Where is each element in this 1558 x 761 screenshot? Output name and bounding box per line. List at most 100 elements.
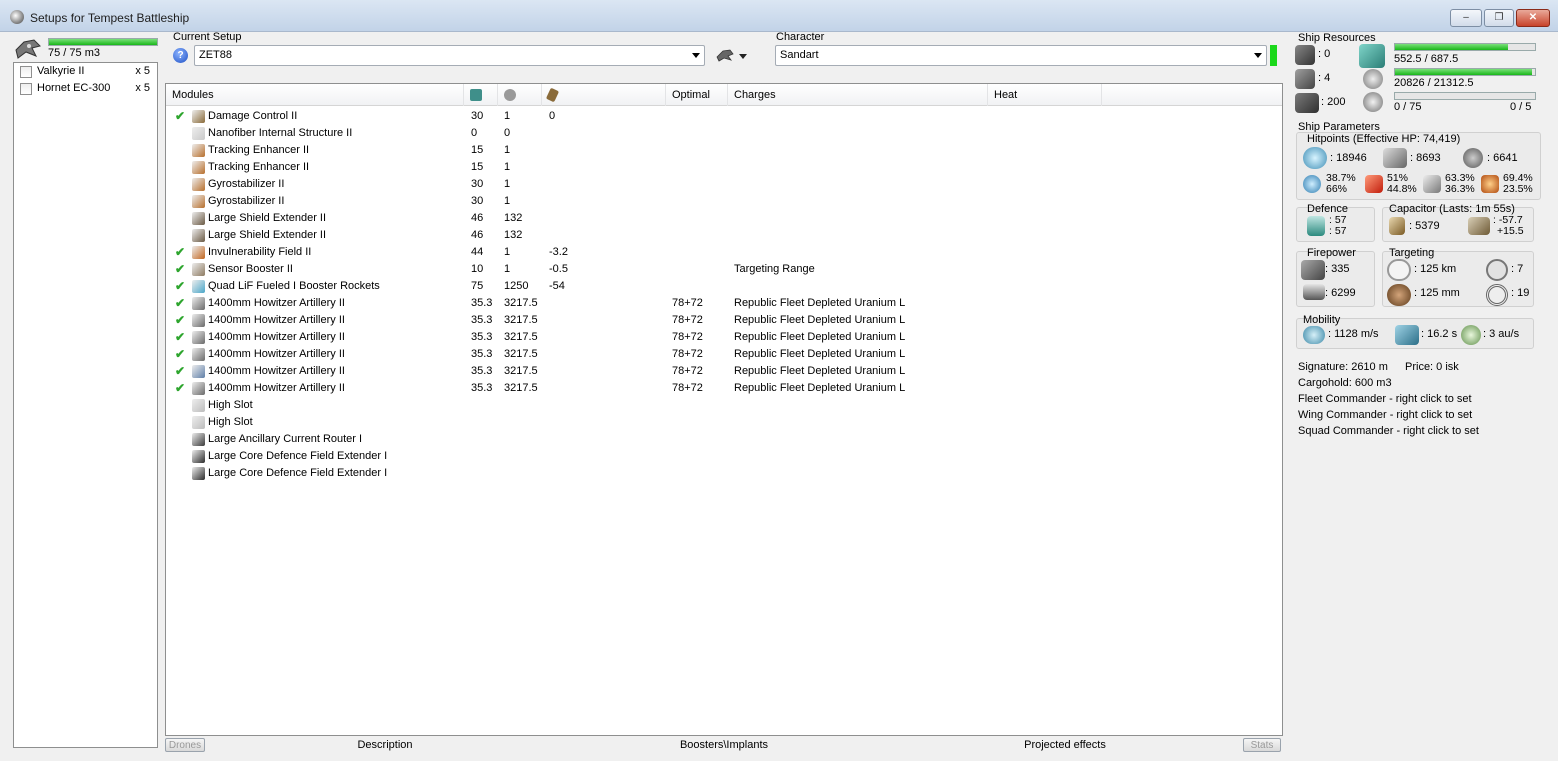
drones-tab-button[interactable]: Drones	[165, 738, 205, 752]
drone-bay-value: 0 / 75	[1394, 101, 1422, 113]
drone-item[interactable]: Valkyrie II x 5	[14, 63, 157, 80]
hull-hp-icon	[1463, 148, 1483, 168]
header-charges[interactable]: Charges	[728, 84, 988, 106]
powergrid-cell: 3217.5	[504, 348, 538, 360]
character-select[interactable]: Sandart	[775, 45, 1267, 66]
cpu-cell: 44	[471, 246, 484, 258]
active-check-icon[interactable]: ✔	[175, 363, 185, 380]
modules-grid[interactable]: Modules Optimal Charges Heat ✔ Damage Con…	[165, 83, 1283, 736]
setup-select[interactable]: ZET88	[194, 45, 705, 66]
module-row[interactable]: ✔ 1400mm Howitzer Artillery II 35.3 3217.5 7…	[166, 312, 1282, 329]
module-row[interactable]: Large Core Defence Field Extender I	[166, 448, 1282, 465]
module-row[interactable]: High Slot	[166, 414, 1282, 431]
title-bar: Setups for Tempest Battleship – ❐ ✕	[0, 0, 1558, 32]
shield-hp-value: : 18946	[1330, 152, 1367, 164]
price-text: Price: 0 isk	[1405, 361, 1459, 373]
drone-list[interactable]: Valkyrie II x 5 Hornet EC-300 x 5	[13, 62, 158, 748]
character-label: Character	[776, 31, 825, 43]
module-row[interactable]: Gyrostabilizer II 30 1	[166, 176, 1282, 193]
module-row[interactable]: Large Ancillary Current Router I	[166, 431, 1282, 448]
setup-value: ZET88	[199, 49, 233, 61]
minimize-button[interactable]: –	[1450, 9, 1482, 27]
module-row[interactable]: Large Shield Extender II 46 132	[166, 210, 1282, 227]
powergrid-cell: 132	[504, 229, 523, 241]
active-check-icon[interactable]: ✔	[175, 346, 185, 363]
drone-item[interactable]: Hornet EC-300 x 5	[14, 80, 157, 97]
module-row[interactable]: ✔ 1400mm Howitzer Artillery II 35.3 3217.5 7…	[166, 346, 1282, 363]
sensor-strength-icon	[1486, 284, 1508, 306]
align-time-icon	[1395, 325, 1419, 345]
module-row[interactable]: ✔ Invulnerability Field II 44 1 -3.2	[166, 244, 1282, 261]
launcher-hardpoints-value: : 4	[1318, 72, 1331, 84]
help-icon[interactable]: ?	[173, 48, 188, 63]
module-row[interactable]: ✔ Quad LiF Fueled I Booster Rockets 75 1250…	[166, 278, 1282, 295]
module-name: Nanofiber Internal Structure II	[208, 127, 353, 139]
max-velocity-value: : 1128 m/s	[1328, 328, 1379, 340]
cpu-value: 552.5 / 687.5	[1394, 53, 1459, 65]
ship-menu-arrow-icon[interactable]	[739, 54, 747, 59]
maximize-button[interactable]: ❐	[1484, 9, 1514, 27]
thermal-resist-armor: 44.8%	[1387, 183, 1417, 195]
active-check-icon[interactable]: ✔	[175, 329, 185, 346]
drone-checkbox[interactable]	[20, 66, 32, 78]
close-button[interactable]: ✕	[1516, 9, 1550, 27]
module-row[interactable]: Nanofiber Internal Structure II 0 0	[166, 125, 1282, 142]
active-check-icon[interactable]: ✔	[175, 295, 185, 312]
squad-commander-text[interactable]: Squad Commander - right click to set	[1298, 425, 1479, 437]
current-setup-label: Current Setup	[173, 31, 242, 43]
drone-checkbox[interactable]	[20, 83, 32, 95]
module-row[interactable]: Tracking Enhancer II 15 1	[166, 142, 1282, 159]
cpu-cell: 35.3	[471, 331, 493, 343]
scan-resolution-value: : 125 mm	[1414, 287, 1460, 299]
charge-cell: Targeting Range	[734, 263, 815, 275]
module-row[interactable]: ✔ 1400mm Howitzer Artillery II 35.3 3217.5 7…	[166, 363, 1282, 380]
cpu-cell: 35.3	[471, 348, 493, 360]
sensor-strength-value: : 19	[1511, 287, 1530, 299]
header-powergrid[interactable]	[498, 84, 542, 106]
dps-value: : 335	[1325, 263, 1350, 275]
max-targets-icon	[1486, 259, 1508, 281]
stats-tab-button[interactable]: Stats	[1243, 738, 1281, 752]
description-tab[interactable]: Description	[335, 738, 435, 752]
signature-text: Signature: 2610 m	[1298, 361, 1388, 373]
module-icon	[192, 178, 205, 191]
module-row[interactable]: ✔ 1400mm Howitzer Artillery II 35.3 3217.5 7…	[166, 380, 1282, 397]
wing-commander-text[interactable]: Wing Commander - right click to set	[1298, 409, 1472, 421]
header-capacitor[interactable]	[542, 84, 666, 106]
module-row[interactable]: ✔ 1400mm Howitzer Artillery II 35.3 3217.5 7…	[166, 295, 1282, 312]
module-name: High Slot	[208, 416, 253, 428]
capacitor-cell: 0	[549, 110, 556, 122]
targeting-group: Targeting : 125 km : 7 : 125 mm : 19	[1382, 247, 1534, 307]
module-row[interactable]: Gyrostabilizer II 30 1	[166, 193, 1282, 210]
active-check-icon[interactable]: ✔	[175, 108, 185, 125]
module-name: Large Core Defence Field Extender I	[208, 450, 388, 462]
module-row[interactable]: ✔ Damage Control II 30 1 0	[166, 108, 1282, 125]
character-status-indicator	[1270, 45, 1277, 66]
module-icon	[192, 195, 205, 208]
module-row[interactable]: ✔ 1400mm Howitzer Artillery II 35.3 3217.5 7…	[166, 329, 1282, 346]
module-name: Large Shield Extender II	[208, 212, 327, 224]
module-row[interactable]: ✔ Sensor Booster II 10 1 -0.5 Targeting Range	[166, 261, 1282, 278]
active-check-icon[interactable]: ✔	[175, 312, 185, 329]
module-row[interactable]: Large Shield Extender II 46 132	[166, 227, 1282, 244]
active-check-icon[interactable]: ✔	[175, 244, 185, 261]
header-cpu[interactable]	[464, 84, 498, 106]
header-modules[interactable]: Modules	[166, 84, 464, 106]
boosters-implants-tab[interactable]: Boosters\Implants	[670, 738, 778, 752]
projected-effects-tab[interactable]: Projected effects	[1015, 738, 1115, 752]
scan-resolution-icon	[1387, 284, 1411, 306]
active-check-icon[interactable]: ✔	[175, 278, 185, 295]
ship-icon[interactable]	[716, 48, 734, 62]
active-check-icon[interactable]: ✔	[175, 261, 185, 278]
active-check-icon[interactable]: ✔	[175, 380, 185, 397]
header-optimal[interactable]: Optimal	[666, 84, 728, 106]
module-row[interactable]: High Slot	[166, 397, 1282, 414]
drone-bandwidth-value: 0 / 5	[1510, 101, 1532, 113]
header-heat[interactable]: Heat	[988, 84, 1102, 106]
module-row[interactable]: Large Core Defence Field Extender I	[166, 465, 1282, 482]
module-row[interactable]: Tracking Enhancer II 15 1	[166, 159, 1282, 176]
chevron-down-icon	[692, 53, 700, 58]
powergrid-cell: 1	[504, 195, 511, 207]
module-icon	[192, 280, 205, 293]
fleet-commander-text[interactable]: Fleet Commander - right click to set	[1298, 393, 1472, 405]
